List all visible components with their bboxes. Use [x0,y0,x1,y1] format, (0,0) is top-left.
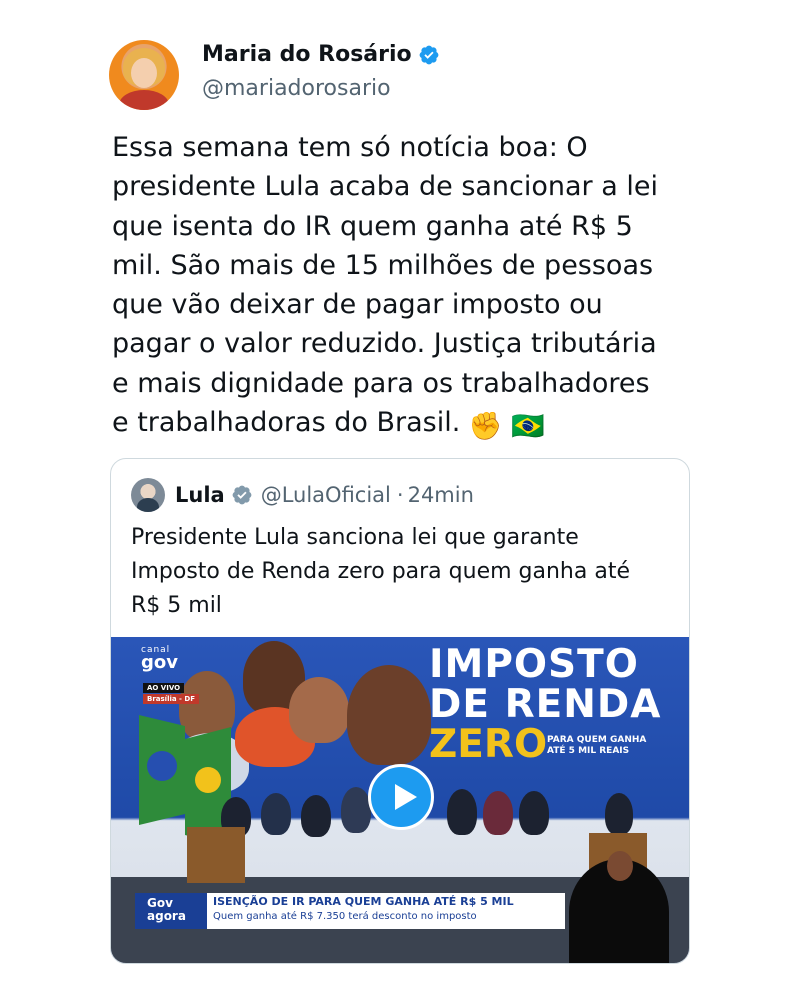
author-handle[interactable]: @mariadorosario [202,76,391,101]
tweet-line: e mais dignidade para os trabalhadores [112,367,650,399]
channel-name: gov [141,652,178,673]
verified-badge-icon [419,45,439,64]
podium-left [187,827,245,883]
tweet-text: Essa semana tem só notícia boa: O presid… [112,128,692,446]
banner-person [289,677,349,743]
quoted-author-handle[interactable]: @LulaOficial [261,483,391,507]
tweet-line: e trabalhadoras do Brasil. [112,407,461,439]
live-badge: AO VIVO [143,683,185,693]
author-avatar[interactable] [109,40,179,110]
lower-third: Gov agora ISENÇÃO DE IR PARA QUEM GANHA … [135,893,565,929]
tweet-header: Maria do Rosário @mariadorosario [109,38,709,114]
brazil-flag-left [139,715,185,825]
brazil-flag-emoji-icon: 🇧🇷 [511,411,545,443]
canal-gov-logo: canal gov [141,645,178,673]
tweet-line: Essa semana tem só notícia boa: O [112,132,588,163]
tweet-line: mil. São mais de 15 milhões de pessoas [112,249,654,281]
gov-agora-bug: Gov agora [135,893,207,929]
ticker-title: ISENÇÃO DE IR PARA QUEM GANHA ATÉ R$ 5 M… [213,895,514,908]
location-badge: Brasília - DF [143,694,199,704]
tweet-line: presidente Lula acaba de sancionar a lei [112,171,658,203]
quoted-author-name[interactable]: Lula [175,483,225,507]
quoted-timestamp[interactable]: 24min [408,483,474,507]
headline-sub-line: ATÉ 5 MIL REAIS [547,746,630,756]
raised-fist-emoji-icon: ✊ [468,411,503,443]
quoted-author-avatar[interactable] [131,478,165,512]
interpreter-face [607,851,633,881]
author-name[interactable]: Maria do Rosário [202,42,412,67]
seated-official [261,793,291,835]
video-thumbnail[interactable]: canal gov AO VIVO Brasília - DF IMPOSTO … [111,637,689,963]
banner-headline: IMPOSTO DE RENDA ZERO PARA QUEM GANHA AT… [429,645,661,765]
banner-person [347,665,431,765]
play-button-icon[interactable] [368,764,434,830]
tweet-line: que isenta do IR quem ganha até R$ 5 [112,210,633,242]
seated-official [483,791,513,835]
headline-sub: PARA QUEM GANHA ATÉ 5 MIL REAIS [547,735,646,757]
tweet-line: pagar o valor reduzido. Justiça tributár… [112,328,657,360]
seated-official [341,787,371,833]
seated-official [301,795,331,837]
news-ticker: ISENÇÃO DE IR PARA QUEM GANHA ATÉ R$ 5 M… [207,893,565,929]
tweet-line: que vão deixar de pagar imposto ou [112,289,603,321]
quoted-line: R$ 5 mil [131,593,222,618]
headline-sub-line: PARA QUEM GANHA [547,735,647,745]
seated-official [605,793,633,835]
quoted-line: Presidente Lula sanciona lei que garante [131,525,579,550]
author-name-row[interactable]: Maria do Rosário [202,42,440,67]
seated-official [447,789,477,835]
quoted-tweet[interactable]: Lula @LulaOficial · 24min Presidente Lul… [110,458,690,964]
seated-official [519,791,549,835]
quoted-line: Imposto de Renda zero para quem ganha at… [131,559,630,584]
ticker-subtitle: Quem ganha até R$ 7.350 terá desconto no… [213,911,477,922]
tweet-line-last: e trabalhadoras do Brasil. ✊ 🇧🇷 [112,403,692,446]
separator-dot: · [396,483,404,507]
bug-line: agora [147,909,186,923]
verified-gray-badge-icon [232,485,252,505]
headline-line: DE RENDA [429,682,662,727]
quoted-tweet-text: Presidente Lula sanciona lei que garante… [131,521,671,623]
quoted-tweet-header: Lula @LulaOficial · 24min [131,477,474,513]
headline-line: IMPOSTO [429,642,639,687]
